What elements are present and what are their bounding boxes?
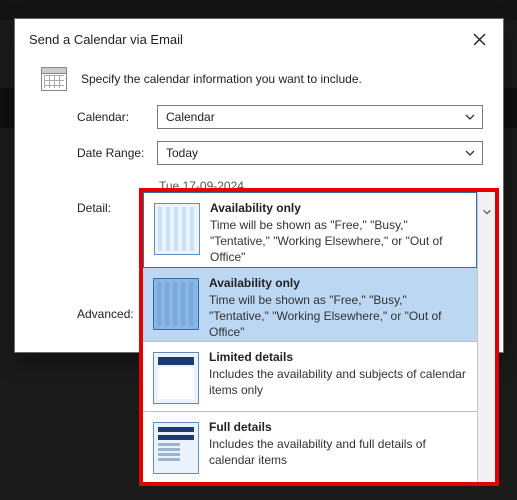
date-range-row: Date Range: Today [77,141,483,165]
dialog-title: Send a Calendar via Email [29,32,183,47]
detail-option[interactable]: Availability only Time will be shown as "… [143,268,477,343]
detail-option-title: Full details [209,420,467,434]
detail-option-title: Limited details [209,350,467,364]
detail-option[interactable]: Availability only Time will be shown as "… [143,192,477,268]
detail-option-thumb [153,422,199,474]
intro-row: Specify the calendar information you wan… [15,55,503,105]
detail-option-desc: Time will be shown as "Free," "Busy," "T… [209,292,467,341]
background-strip [0,0,517,20]
scroll-down-button[interactable] [478,192,495,232]
close-icon [473,33,486,46]
detail-option-text: Full details Includes the availability an… [209,420,467,474]
dropdown-scrollbar[interactable] [477,192,495,482]
titlebar: Send a Calendar via Email [15,19,503,55]
detail-option-thumb [153,352,199,404]
detail-dropdown-highlight: Availability only Time will be shown as "… [139,188,499,486]
calendar-label: Calendar: [77,110,157,124]
date-range-label: Date Range: [77,146,157,160]
detail-option[interactable]: Full details Includes the availability an… [143,412,477,482]
detail-option-thumb [154,203,200,255]
detail-option-text: Availability onlyTime will be shown as "… [210,201,466,259]
detail-option-desc: Includes the availability and subjects o… [209,366,467,398]
detail-option-desc: Time will be shown as "Free," "Busy," "T… [210,217,466,266]
chevron-down-icon [464,111,476,123]
calendar-combo[interactable]: Calendar [157,105,483,129]
date-range-value: Today [166,146,198,160]
detail-option-thumb [153,278,199,330]
calendar-row: Calendar: Calendar [77,105,483,129]
detail-option-text: Limited details Includes the availability… [209,350,467,403]
calendar-value: Calendar [166,110,215,124]
detail-options-list: Availability only Time will be shown as "… [143,192,477,482]
detail-option-desc: Includes the availability and full detai… [209,436,467,468]
close-button[interactable] [467,27,491,51]
detail-option-title: Availability only [209,276,467,290]
chevron-down-icon [482,207,492,217]
date-range-combo[interactable]: Today [157,141,483,165]
chevron-down-icon [464,147,476,159]
intro-text: Specify the calendar information you wan… [81,72,362,86]
calendar-icon [41,67,67,91]
detail-option-title: Availability only [210,201,466,215]
detail-option[interactable]: Limited details Includes the availability… [143,342,477,412]
detail-option-text: Availability onlyTime will be shown as "… [209,276,467,334]
